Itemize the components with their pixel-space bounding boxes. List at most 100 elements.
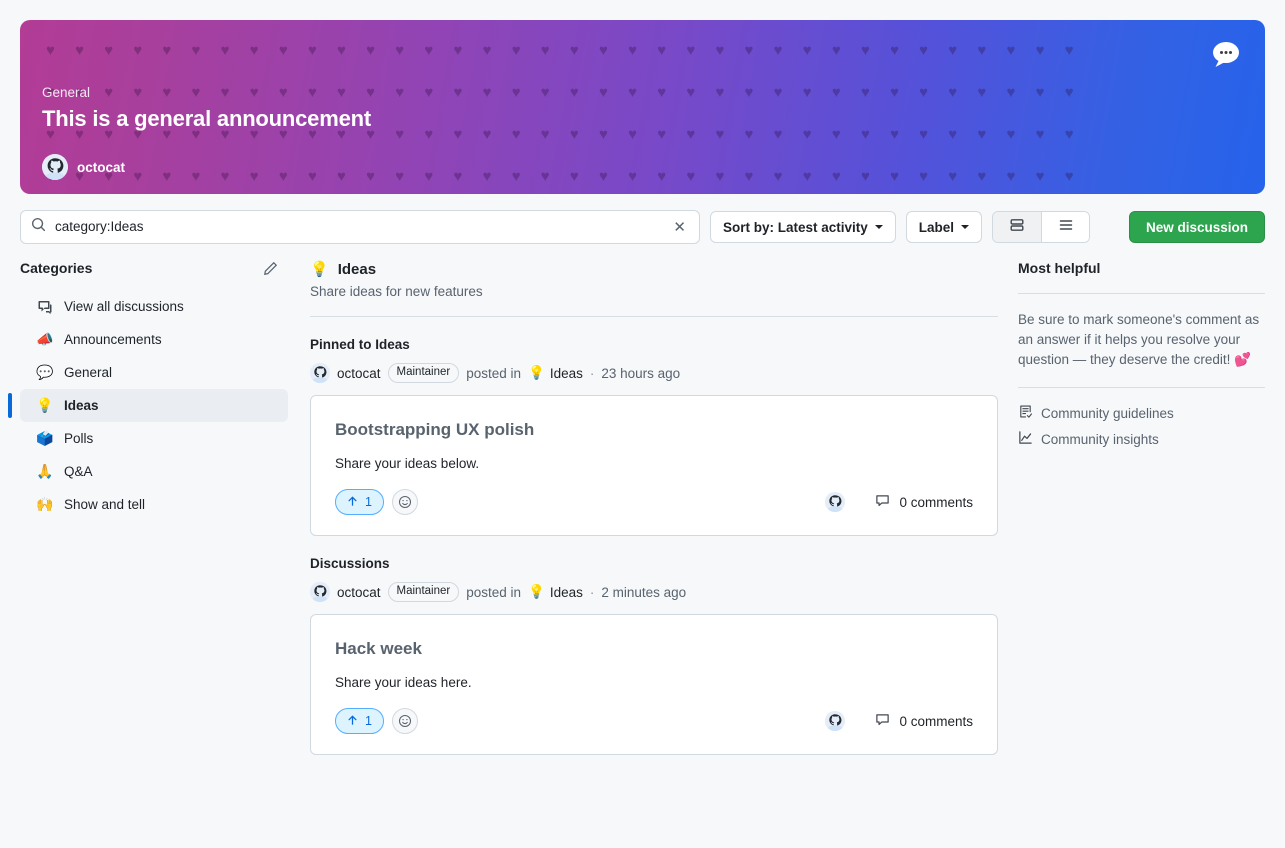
- speech-balloon-emoji-icon: 💬: [36, 364, 54, 380]
- posted-in-label: posted in: [466, 584, 522, 600]
- categories-sidebar: Categories View all discussions 📣 Announ…: [8, 260, 288, 755]
- category-list: View all discussions 📣 Announcements 💬 G…: [8, 290, 288, 521]
- upvote-count: 1: [365, 714, 372, 728]
- smiley-icon[interactable]: [391, 708, 418, 734]
- light-bulb-emoji-icon: 💡: [528, 584, 545, 599]
- sort-by-label: Sort by: Latest activity: [723, 219, 868, 235]
- clear-search-button[interactable]: ✕: [670, 218, 689, 237]
- sidebar-item-general[interactable]: 💬 General: [20, 356, 288, 389]
- status-badge: Maintainer: [387, 363, 460, 383]
- sidebar-item-view-all-discussions[interactable]: View all discussions: [20, 290, 288, 323]
- discussions-section-title: Discussions: [310, 556, 390, 571]
- sidebar-item-announcements[interactable]: 📣 Announcements: [20, 323, 288, 356]
- comments-count: 0 comments: [899, 494, 973, 510]
- posted-in-label: posted in: [466, 365, 522, 381]
- rail-description: Be sure to mark someone's comment as an …: [1018, 312, 1260, 367]
- discussion-title[interactable]: Hack week: [335, 637, 973, 661]
- sidebar-item-polls[interactable]: 🗳️ Polls: [20, 422, 288, 455]
- upvote-count: 1: [365, 495, 372, 509]
- graph-icon: [1018, 430, 1033, 448]
- meta-separator: ·: [589, 365, 595, 381]
- card-footer-right: 0 comments: [825, 711, 973, 731]
- checklist-icon: [1018, 404, 1033, 422]
- raising-hands-emoji-icon: 🙌: [36, 496, 54, 512]
- view-toggle-group: [992, 211, 1091, 243]
- discussion-card[interactable]: Hack week Share your ideas here. 1 0 com…: [310, 614, 998, 755]
- discussion-category-label: Ideas: [549, 584, 583, 600]
- avatar: [310, 582, 330, 602]
- label-filter-label: Label: [918, 219, 955, 235]
- sidebar-item-qa[interactable]: 🙏 Q&A: [20, 455, 288, 488]
- sidebar-item-show-and-tell[interactable]: 🙌 Show and tell: [20, 488, 288, 521]
- banner-category-label: General: [42, 85, 91, 100]
- page-layout: Categories View all discussions 📣 Announ…: [0, 244, 1285, 755]
- sidebar-item-ideas[interactable]: 💡 Ideas: [8, 389, 288, 422]
- pencil-icon[interactable]: [263, 261, 278, 276]
- sidebar-item-label: Polls: [64, 431, 94, 446]
- comment-icon: [875, 712, 890, 730]
- discussion-meta: octocat Maintainer posted in 💡 Ideas · 2…: [310, 363, 998, 383]
- comment-icon: [875, 493, 890, 511]
- banner-section: ♥♥♥♥♥♥♥♥♥♥♥♥♥♥♥♥♥♥♥♥♥♥♥♥♥♥♥♥♥♥♥♥♥♥♥♥ ♥♥♥…: [0, 0, 1285, 194]
- upvote-button[interactable]: 1: [335, 489, 384, 515]
- avatar: [825, 492, 846, 512]
- megaphone-emoji-icon: 📣: [36, 331, 54, 347]
- main-content: 💡 Ideas Share ideas for new features Pin…: [288, 260, 998, 755]
- comments-link[interactable]: 0 comments: [875, 493, 973, 511]
- discussion-category[interactable]: 💡 Ideas: [528, 365, 583, 381]
- meta-separator: ·: [589, 584, 595, 600]
- status-badge: Maintainer: [387, 582, 460, 602]
- search-input[interactable]: category:Ideas ✕: [20, 210, 700, 244]
- community-guidelines-link[interactable]: Community guidelines: [1018, 404, 1265, 422]
- card-footer: 1 0 comments: [335, 708, 973, 734]
- toolbar: category:Ideas ✕ Sort by: Latest activit…: [0, 194, 1285, 244]
- category-header: 💡 Ideas: [310, 260, 998, 279]
- pinned-discussion-card[interactable]: Bootstrapping UX polish Share your ideas…: [310, 395, 998, 536]
- chat-bubble-icon[interactable]: [1207, 40, 1241, 70]
- chevron-down-icon: [961, 225, 970, 229]
- smiley-icon[interactable]: [391, 489, 418, 515]
- discussion-author[interactable]: octocat: [337, 366, 381, 381]
- chevron-down-icon: [874, 225, 883, 229]
- arrow-up-icon: [347, 714, 358, 729]
- discussion-body: Share your ideas here.: [335, 675, 472, 690]
- divider: [1018, 293, 1265, 294]
- light-bulb-emoji-icon: 💡: [36, 397, 54, 413]
- sidebar-item-label: Announcements: [64, 332, 162, 347]
- sort-by-button[interactable]: Sort by: Latest activity: [710, 211, 896, 243]
- discussion-author[interactable]: octocat: [337, 585, 381, 600]
- card-view-toggle[interactable]: [993, 212, 1042, 242]
- comments-count: 0 comments: [899, 713, 973, 729]
- discussion-category[interactable]: 💡 Ideas: [528, 584, 583, 600]
- announcement-banner: ♥♥♥♥♥♥♥♥♥♥♥♥♥♥♥♥♥♥♥♥♥♥♥♥♥♥♥♥♥♥♥♥♥♥♥♥ ♥♥♥…: [20, 20, 1265, 194]
- comments-link[interactable]: 0 comments: [875, 712, 973, 730]
- discussion-meta: octocat Maintainer posted in 💡 Ideas · 2…: [310, 582, 998, 602]
- new-discussion-button[interactable]: New discussion: [1128, 211, 1265, 243]
- list-view-toggle[interactable]: [1041, 212, 1090, 242]
- arrow-up-icon: [347, 495, 358, 510]
- upvote-button[interactable]: 1: [335, 708, 384, 734]
- categories-header: Categories: [20, 260, 288, 276]
- list-view-icon: [1058, 217, 1074, 238]
- pinned-section-title: Pinned to Ideas: [310, 337, 410, 352]
- sidebar-item-label: Q&A: [64, 464, 93, 479]
- divider: [310, 316, 998, 317]
- community-insights-link[interactable]: Community insights: [1018, 430, 1265, 448]
- discussion-title[interactable]: Bootstrapping UX polish: [335, 418, 973, 442]
- label-filter-button[interactable]: Label: [905, 211, 983, 243]
- discussion-timestamp: 2 minutes ago: [601, 584, 687, 600]
- light-bulb-emoji-icon: 💡: [528, 365, 545, 380]
- discussion-category-label: Ideas: [549, 365, 583, 381]
- categories-title: Categories: [20, 260, 93, 276]
- discussion-body: Share your ideas below.: [335, 456, 480, 471]
- banner-title: This is a general announcement: [42, 106, 371, 131]
- sidebar-item-label: General: [64, 365, 113, 380]
- light-bulb-emoji-icon: 💡: [310, 261, 329, 278]
- avatar: [310, 363, 330, 383]
- rail-link-label: Community guidelines: [1041, 405, 1174, 421]
- category-description: Share ideas for new features: [310, 284, 483, 299]
- avatar: [825, 711, 846, 731]
- search-input-value[interactable]: category:Ideas: [55, 218, 670, 236]
- folded-hands-emoji-icon: 🙏: [36, 463, 54, 479]
- comment-discussion-icon: [36, 299, 54, 315]
